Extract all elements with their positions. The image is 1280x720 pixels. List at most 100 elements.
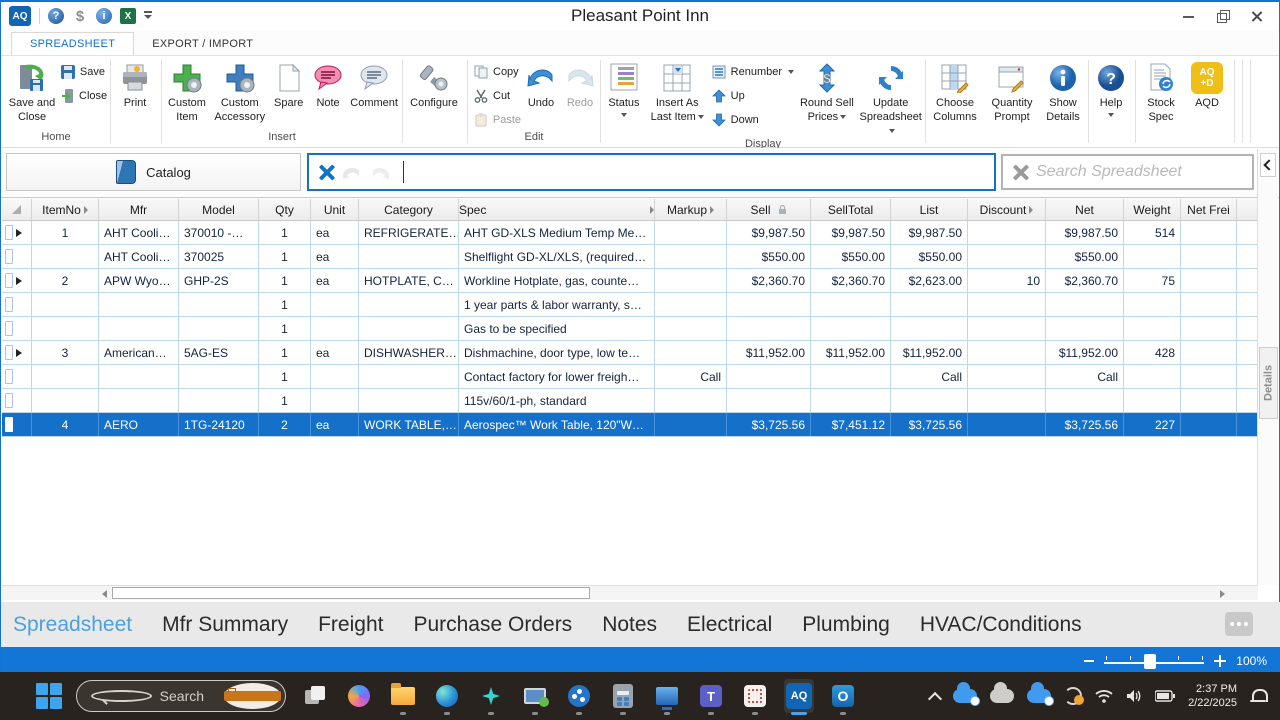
grid-corner-cell[interactable] xyxy=(2,199,32,220)
grid-cell[interactable] xyxy=(891,293,968,316)
grid-cell[interactable]: 428 xyxy=(1124,341,1181,364)
grid-column-header[interactable]: Model xyxy=(179,199,259,220)
grid-column-header[interactable]: SellTotal xyxy=(811,199,891,220)
grid-cell[interactable] xyxy=(1046,317,1124,340)
print-button[interactable]: Print xyxy=(112,60,158,111)
grid-cell[interactable]: AHT Cooli… xyxy=(99,221,179,244)
grid-cell[interactable] xyxy=(968,317,1046,340)
pricing-quick-icon[interactable]: $ xyxy=(72,8,88,25)
grid-cell[interactable]: 1 xyxy=(259,269,311,292)
grid-row[interactable]: AHT Cooli… 370025 1 ea Shelflight GD-XL/XLS,… xyxy=(2,245,1258,269)
onedrive-icon[interactable] xyxy=(953,682,981,706)
grid-cell[interactable]: APW Wyo… xyxy=(99,269,179,292)
show-details-button[interactable]: Show Details xyxy=(1041,60,1085,125)
grid-cell[interactable]: WORK TABLE,… xyxy=(359,413,459,436)
aqd-button[interactable]: AQ +D AQD xyxy=(1185,60,1229,111)
grid-cell[interactable]: Call xyxy=(655,365,727,388)
sync-status-icon[interactable] xyxy=(1064,687,1085,705)
volume-icon[interactable] xyxy=(1126,689,1142,703)
row-selector-box[interactable] xyxy=(5,393,13,408)
quantity-prompt-button[interactable]: Quantity Prompt xyxy=(983,60,1041,125)
grid-column-header[interactable]: Unit xyxy=(311,199,359,220)
grid-cell[interactable] xyxy=(359,365,459,388)
spare-button[interactable]: Spare xyxy=(269,60,309,111)
help-quick-icon[interactable]: ? xyxy=(48,8,64,24)
grid-cell[interactable]: 5AG-ES xyxy=(179,341,259,364)
grid-cell[interactable] xyxy=(968,341,1046,364)
grid-cell[interactable]: $2,360.70 xyxy=(727,269,811,292)
grid-cell[interactable] xyxy=(99,317,179,340)
row-selector-cell[interactable] xyxy=(2,245,32,268)
filter-caret-icon[interactable] xyxy=(83,205,88,214)
grid-cell[interactable]: $2,623.00 xyxy=(891,269,968,292)
grid-cell[interactable]: $11,952.00 xyxy=(811,341,891,364)
grid-cell[interactable]: HOTPLATE, C… xyxy=(359,269,459,292)
grid-row[interactable]: 1 115v/60/1-ph, standard xyxy=(2,389,1258,413)
copilot-button[interactable] xyxy=(344,679,374,713)
grid-cell[interactable] xyxy=(1181,341,1237,364)
grid-column-header[interactable]: Net xyxy=(1046,199,1124,220)
remote-pc-button[interactable] xyxy=(520,679,550,715)
grid-cell[interactable] xyxy=(655,317,727,340)
grid-cell[interactable] xyxy=(1181,221,1237,244)
grid-cell[interactable]: ea xyxy=(311,341,359,364)
bottom-tab-notes[interactable]: Notes xyxy=(602,613,657,637)
grid-cell[interactable] xyxy=(359,317,459,340)
grid-cell[interactable] xyxy=(1124,293,1181,316)
grid-cell[interactable]: 1TG-24120 xyxy=(179,413,259,436)
grid-cell[interactable]: $11,952.00 xyxy=(727,341,811,364)
row-selector-box[interactable] xyxy=(5,369,13,384)
grid-cell[interactable] xyxy=(359,389,459,412)
row-selector-box[interactable] xyxy=(5,273,13,288)
grid-cell[interactable] xyxy=(655,245,727,268)
grid-cell[interactable]: $550.00 xyxy=(1046,245,1124,268)
copy-button[interactable]: Copy xyxy=(473,64,521,80)
taskbar-clock[interactable]: 2:37 PM 2/22/2025 xyxy=(1188,682,1237,711)
expand-row-icon[interactable] xyxy=(16,228,22,237)
grid-cell[interactable] xyxy=(968,293,1046,316)
grid-row[interactable]: 1 Contact factory for lower freigh… Call Ca… xyxy=(2,365,1258,389)
display-app-button[interactable] xyxy=(652,679,682,715)
grid-cell[interactable] xyxy=(968,245,1046,268)
help-button[interactable]: ? Help xyxy=(1090,60,1132,117)
close-button[interactable] xyxy=(1251,10,1263,22)
grid-cell[interactable]: $11,952.00 xyxy=(891,341,968,364)
grid-row[interactable]: 2 APW Wyo… GHP-2S 1 ea HOTPLATE, C… Workline H… xyxy=(2,269,1258,293)
grid-cell[interactable] xyxy=(311,389,359,412)
teams-button[interactable]: T xyxy=(696,679,726,715)
grid-column-header[interactable]: ItemNo xyxy=(32,199,99,220)
onedrive-business-icon[interactable] xyxy=(1027,682,1055,706)
grid-cell[interactable] xyxy=(1046,293,1124,316)
grid-cell[interactable]: 1 xyxy=(259,365,311,388)
app-logo-icon[interactable]: AQ xyxy=(9,6,31,26)
save-and-close-button[interactable]: Save and Close xyxy=(3,60,61,125)
wifi-icon[interactable] xyxy=(1095,689,1113,703)
more-tabs-button[interactable] xyxy=(1225,612,1253,636)
grid-cell[interactable]: $550.00 xyxy=(727,245,811,268)
grid-cell[interactable]: 4 xyxy=(32,413,99,436)
grid-cell[interactable] xyxy=(1181,245,1237,268)
grid-cell[interactable]: 1 xyxy=(32,221,99,244)
grid-column-header[interactable]: Weight xyxy=(1124,199,1181,220)
zoom-out-button[interactable] xyxy=(1084,659,1095,662)
horizontal-scroll-thumb[interactable] xyxy=(112,587,590,599)
save-button[interactable]: Save xyxy=(61,64,105,80)
paste-button[interactable]: Paste xyxy=(473,112,521,128)
grid-cell[interactable] xyxy=(359,293,459,316)
calculator-button[interactable] xyxy=(608,679,638,715)
notifications-bell-icon[interactable] xyxy=(1250,688,1268,704)
grid-cell[interactable]: 1 xyxy=(259,221,311,244)
grid-cell[interactable] xyxy=(1124,245,1181,268)
grid-cell[interactable] xyxy=(99,293,179,316)
grid-cell[interactable] xyxy=(655,413,727,436)
grid-column-header[interactable]: Net Frei xyxy=(1181,199,1237,220)
grid-cell[interactable] xyxy=(1124,389,1181,412)
grid-column-header[interactable]: Sell xyxy=(727,199,811,220)
choose-columns-button[interactable]: Choose Columns xyxy=(927,60,983,125)
grid-cell[interactable]: Call xyxy=(891,365,968,388)
note-button[interactable]: Note xyxy=(309,60,347,111)
info-quick-icon[interactable]: i xyxy=(96,8,112,24)
grid-cell[interactable] xyxy=(655,293,727,316)
bottom-tab-freight[interactable]: Freight xyxy=(318,613,383,637)
scroll-left-icon[interactable] xyxy=(102,590,107,598)
